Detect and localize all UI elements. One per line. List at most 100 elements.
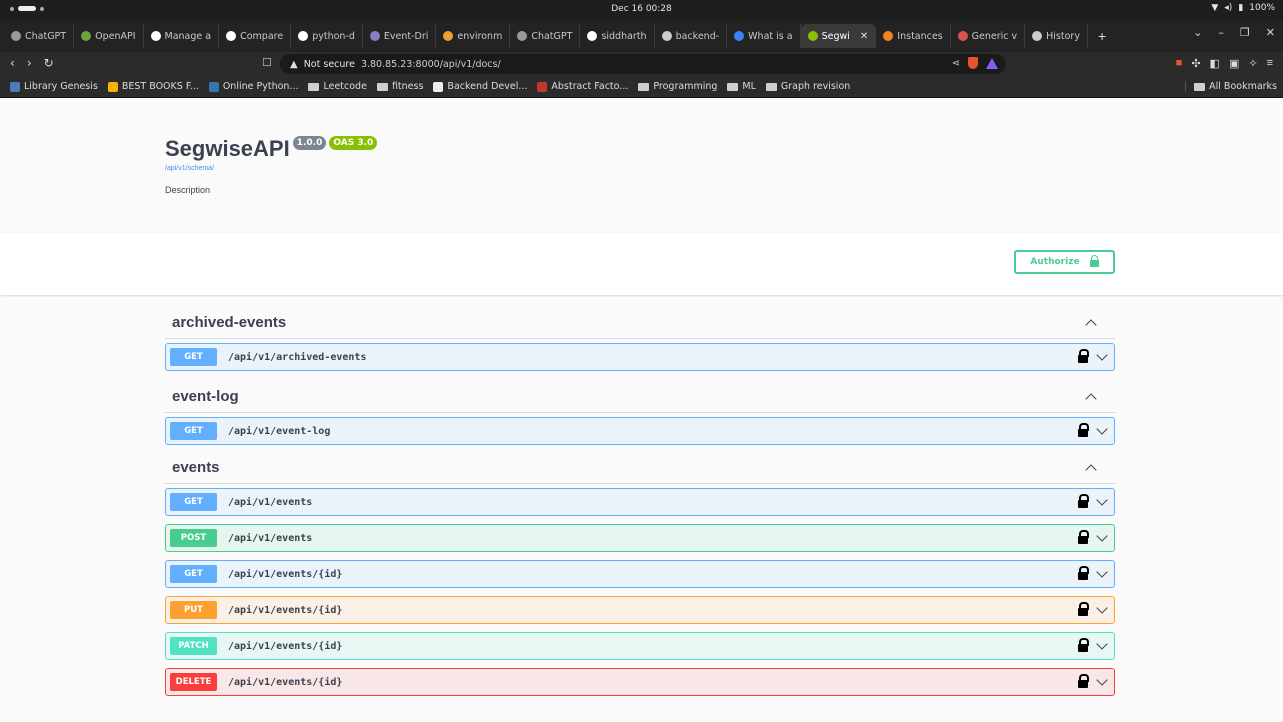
bookmark-item[interactable]: Graph revision — [765, 81, 850, 92]
volume-icon: ◂) — [1224, 3, 1233, 13]
browser-tab[interactable]: environm — [436, 24, 511, 48]
method-badge: GET — [170, 348, 217, 366]
chevron-up-icon[interactable] — [1085, 319, 1097, 331]
bookmark-item[interactable]: ML — [727, 81, 756, 92]
browser-tab[interactable]: python-d — [291, 24, 363, 48]
browser-tab[interactable]: What is a — [727, 24, 801, 48]
browser-tab[interactable]: Generic v — [951, 24, 1026, 48]
lock-icon[interactable] — [1078, 530, 1089, 544]
chevron-up-icon[interactable] — [1085, 393, 1097, 405]
operation-post[interactable]: POST/api/v1/events — [165, 524, 1115, 552]
back-icon[interactable]: ‹ — [10, 56, 15, 70]
schema-link[interactable]: /api/v1/schema/ — [165, 165, 377, 172]
browser-tab[interactable]: History — [1025, 24, 1088, 48]
bookmark-page-icon[interactable]: ☐ — [262, 56, 272, 69]
lock-icon[interactable] — [1078, 674, 1089, 688]
reload-icon[interactable]: ↻ — [44, 56, 54, 70]
url-text[interactable]: 3.80.85.23:8000/api/v1/docs/ — [361, 59, 501, 70]
bookmark-item[interactable]: BEST BOOKS F... — [107, 81, 199, 92]
browser-tab[interactable]: Compare — [219, 24, 292, 48]
minimize-icon[interactable]: – — [1218, 26, 1224, 39]
wifi-icon: ▼ — [1211, 3, 1219, 13]
lock-icon[interactable] — [1078, 349, 1089, 363]
restore-icon[interactable]: ❐ — [1240, 26, 1250, 39]
authorize-button[interactable]: Authorize — [1014, 250, 1115, 274]
operation-get[interactable]: GET/api/v1/archived-events — [165, 343, 1115, 371]
api-description: Description — [165, 185, 211, 195]
method-badge: GET — [170, 422, 217, 440]
lock-icon[interactable] — [1078, 566, 1089, 580]
operation-patch[interactable]: PATCH/api/v1/events/{id} — [165, 632, 1115, 660]
browser-tab[interactable]: Event-Dri — [363, 24, 437, 48]
tab-favicon-icon — [369, 31, 380, 41]
chevron-down-icon[interactable] — [1096, 566, 1108, 578]
menu-icon[interactable]: ≡ — [1267, 57, 1273, 70]
browser-tab[interactable]: Segwi ✕ — [800, 24, 877, 48]
lock-icon[interactable] — [1078, 423, 1089, 437]
tab-label: siddharth — [601, 30, 647, 42]
tag-section-event-log: event-log GET/api/v1/event-log — [165, 380, 1115, 445]
bookmark-label: Library Genesis — [24, 81, 98, 92]
close-tab-icon[interactable]: ✕ — [860, 31, 868, 42]
address-bar[interactable]: ▲ Not secure 3.80.85.23:8000/api/v1/docs… — [280, 54, 1006, 74]
tag-header[interactable]: events — [165, 451, 1115, 484]
browser-tab[interactable]: siddharth — [580, 24, 655, 48]
tag-header[interactable]: event-log — [165, 380, 1115, 413]
tab-favicon-icon — [11, 31, 21, 41]
operation-put[interactable]: PUT/api/v1/events/{id} — [165, 596, 1115, 624]
brave-shield-icon[interactable] — [968, 57, 978, 69]
not-secure-icon[interactable]: ▲ — [290, 59, 298, 70]
brave-rewards-icon[interactable] — [986, 57, 998, 69]
browser-tab[interactable]: backend- — [655, 24, 728, 48]
chevron-down-icon[interactable] — [1096, 602, 1108, 614]
wallet-icon[interactable]: ▣ — [1229, 57, 1239, 70]
share-icon[interactable]: ⋖ — [952, 58, 960, 69]
chevron-down-icon[interactable] — [1096, 530, 1108, 542]
bookmark-item[interactable]: Programming — [638, 81, 717, 92]
browser-tab[interactable]: OpenAPI — [74, 24, 144, 48]
chevron-down-icon[interactable] — [1096, 349, 1108, 361]
tag-header[interactable]: archived-events — [165, 306, 1115, 339]
bookmark-favicon-icon — [10, 81, 20, 92]
bookmark-item[interactable]: Library Genesis — [10, 81, 98, 92]
chevron-down-icon[interactable] — [1096, 423, 1108, 435]
bookmark-item[interactable]: Backend Devel... — [433, 81, 527, 92]
browser-tab[interactable]: ChatGPT — [4, 24, 75, 48]
leo-icon[interactable]: ✧ — [1248, 57, 1257, 70]
operation-get[interactable]: GET/api/v1/event-log — [165, 417, 1115, 445]
operation-delete[interactable]: DELETE/api/v1/events/{id} — [165, 668, 1115, 696]
close-window-icon[interactable]: ✕ — [1266, 26, 1275, 39]
lock-icon[interactable] — [1078, 494, 1089, 508]
bookmark-item[interactable]: Abstract Facto... — [537, 81, 628, 92]
method-badge: GET — [170, 493, 217, 511]
tab-label: What is a — [748, 30, 793, 42]
forward-icon[interactable]: › — [27, 56, 32, 70]
bookmark-item[interactable]: Online Python... — [208, 81, 298, 92]
all-bookmarks[interactable]: All Bookmarks — [1185, 81, 1277, 92]
bookmark-item[interactable]: fitness — [376, 81, 423, 92]
browser-tab[interactable]: Manage a — [144, 24, 220, 48]
bookmark-favicon-icon — [107, 81, 118, 92]
browser-tab[interactable]: ChatGPT — [510, 24, 581, 48]
puzzle-icon[interactable]: ✣ — [1191, 57, 1200, 70]
chevron-down-icon[interactable] — [1096, 674, 1108, 686]
chevron-down-icon[interactable] — [1096, 638, 1108, 650]
extension-icon[interactable]: ■ — [1176, 57, 1183, 70]
new-tab-button[interactable]: + — [1088, 28, 1116, 44]
tab-favicon-icon — [661, 31, 672, 41]
folder-icon — [308, 82, 320, 91]
chevron-up-icon[interactable] — [1085, 464, 1097, 476]
lock-icon[interactable] — [1078, 638, 1089, 652]
operation-controls — [1078, 602, 1108, 616]
operation-get[interactable]: GET/api/v1/events/{id} — [165, 560, 1115, 588]
lock-icon[interactable] — [1078, 602, 1089, 616]
chevron-down-icon[interactable] — [1096, 494, 1108, 506]
bookmark-item[interactable]: Leetcode — [308, 81, 367, 92]
browser-tab[interactable]: Instances — [876, 24, 951, 48]
folder-icon — [727, 82, 739, 91]
operation-get[interactable]: GET/api/v1/events — [165, 488, 1115, 516]
sidebar-icon[interactable]: ◧ — [1210, 57, 1220, 70]
os-clock[interactable]: Dec 16 00:28 — [0, 4, 1283, 14]
os-status-area[interactable]: ▼ ◂) ▮ 100% — [1211, 3, 1275, 13]
tab-search-icon[interactable]: ⌄ — [1193, 26, 1202, 39]
